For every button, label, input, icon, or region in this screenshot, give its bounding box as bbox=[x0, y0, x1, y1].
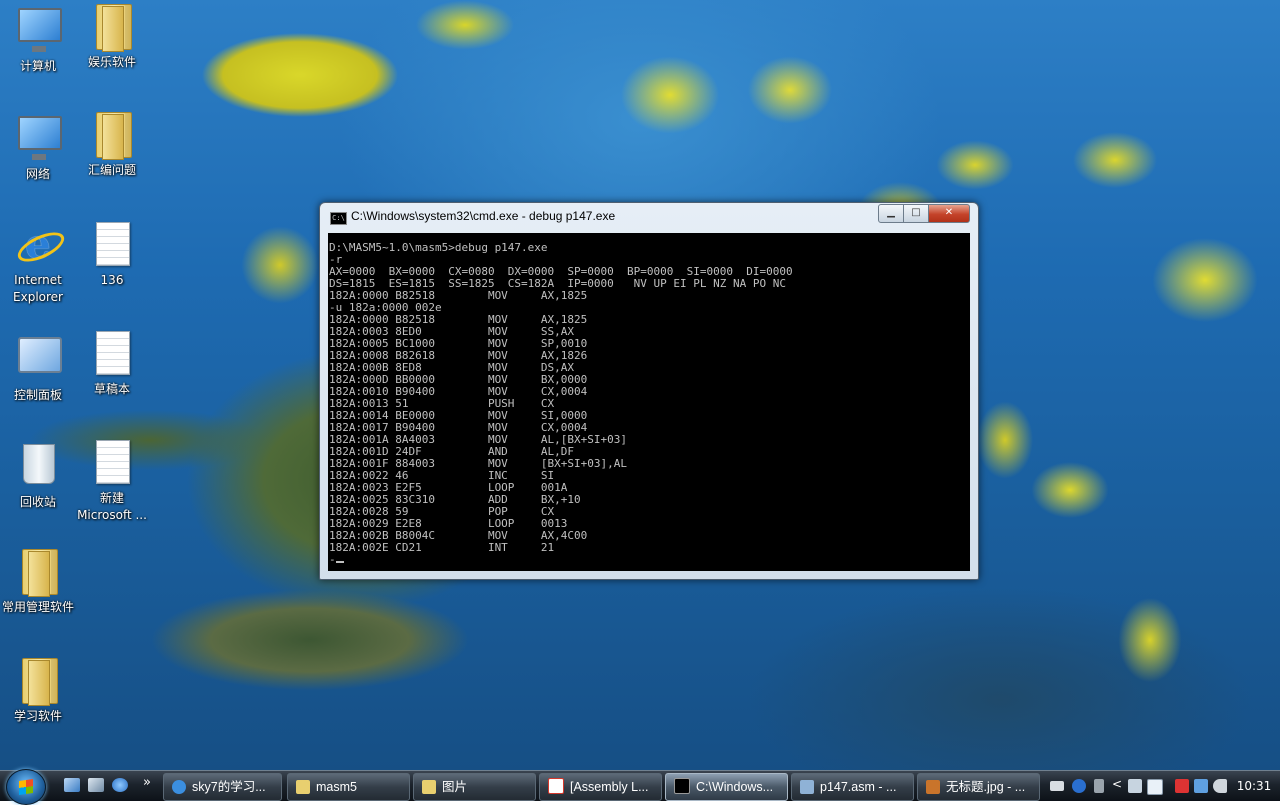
volume-icon[interactable] bbox=[1213, 779, 1227, 793]
taskbar-item-pdf[interactable]: [Assembly L... bbox=[539, 773, 662, 801]
folder-icon bbox=[14, 549, 62, 597]
folder-icon bbox=[88, 112, 136, 160]
windows-logo-icon bbox=[19, 779, 33, 795]
folder-icon bbox=[422, 780, 436, 794]
desktop-background: 计算机 娱乐软件 网络 汇编问题 e Internet Explorer 136… bbox=[0, 0, 1280, 770]
desktop-icon-136[interactable]: 136 bbox=[74, 222, 150, 289]
desktop-icon-network[interactable]: 网络 bbox=[0, 112, 76, 183]
console-line: 182A:002E CD21 INT 21 bbox=[329, 541, 555, 554]
folder-icon bbox=[88, 4, 136, 52]
folder-icon bbox=[14, 658, 62, 706]
computer-icon bbox=[14, 8, 62, 56]
keyboard-icon[interactable] bbox=[1050, 781, 1064, 791]
document-icon bbox=[88, 331, 136, 379]
desktop-icon-new-word-doc[interactable]: 新建 Microsoft ... bbox=[74, 440, 150, 524]
switch-windows-icon[interactable] bbox=[88, 778, 104, 792]
desktop-icon-label: 控制面板 bbox=[13, 388, 62, 402]
desktop-icon-label: 汇编问题 bbox=[87, 163, 136, 177]
internet-explorer-icon: e bbox=[13, 222, 69, 270]
security-icon[interactable] bbox=[1175, 779, 1189, 793]
desktop-icon-caogaoben[interactable]: 草稿本 bbox=[74, 331, 150, 398]
pdf-icon bbox=[548, 778, 564, 794]
taskbar-item-pictures[interactable]: 图片 bbox=[413, 773, 536, 801]
show-desktop-icon[interactable] bbox=[64, 778, 80, 792]
taskbar-item-label: p147.asm - ... bbox=[820, 780, 897, 794]
cmd-icon bbox=[674, 778, 690, 794]
taskbar-item-label: C:\Windows... bbox=[696, 780, 774, 794]
chevron-left-icon[interactable]: < bbox=[1112, 777, 1122, 791]
window-titlebar[interactable]: C:\ C:\Windows\system32\cmd.exe - debug … bbox=[320, 203, 976, 231]
minimize-button[interactable]: ▁ bbox=[878, 204, 904, 223]
taskbar-item-cmd[interactable]: C:\Windows... bbox=[665, 773, 788, 801]
network-icon bbox=[14, 116, 62, 164]
taskbar-item-label: [Assembly L... bbox=[570, 780, 649, 794]
taskbar-item-label: sky7的学习... bbox=[192, 780, 266, 794]
cmd-icon: C:\ bbox=[330, 212, 347, 225]
taskbar-item-paint[interactable]: 无标题.jpg - ... bbox=[917, 773, 1040, 801]
console-text: D:\MASM5~1.0\masm5>debug p147.exe -r AX=… bbox=[328, 233, 970, 566]
internet-explorer-icon bbox=[172, 780, 186, 794]
taskbar: » sky7的学习... masm5 图片 [Assembly L... C:\… bbox=[0, 769, 1280, 805]
taskbar-item-label: masm5 bbox=[316, 780, 357, 794]
help-icon[interactable] bbox=[1072, 779, 1086, 793]
desktop-icon-label: 回收站 bbox=[19, 495, 56, 509]
taskbar-item-label: 图片 bbox=[442, 780, 468, 794]
taskbar-item-notepad[interactable]: p147.asm - ... bbox=[791, 773, 914, 801]
desktop-icon-huibian[interactable]: 汇编问题 bbox=[74, 112, 150, 179]
network-status-icon[interactable] bbox=[1194, 779, 1208, 793]
cmd-window[interactable]: C:\ C:\Windows\system32\cmd.exe - debug … bbox=[319, 202, 979, 580]
desktop-icon-label: 新建 Microsoft ... bbox=[77, 491, 147, 522]
close-button[interactable]: ✕ bbox=[928, 204, 970, 223]
desktop-icon-xuexi[interactable]: 学习软件 bbox=[0, 658, 76, 725]
desktop-icon-label: 计算机 bbox=[19, 59, 56, 73]
control-panel-icon bbox=[14, 337, 62, 385]
desktop-icon-control-panel[interactable]: 控制面板 bbox=[0, 331, 76, 404]
internet-explorer-icon[interactable] bbox=[112, 778, 128, 792]
desktop-icon-label: 草稿本 bbox=[93, 382, 130, 396]
taskbar-item-label: 无标题.jpg - ... bbox=[946, 780, 1026, 794]
desktop-icon-label: 常用管理软件 bbox=[1, 600, 74, 614]
folder-icon bbox=[296, 780, 310, 794]
network-tray-icon[interactable] bbox=[1128, 779, 1142, 793]
quicklaunch-more-button[interactable]: » bbox=[143, 775, 151, 790]
console-line: D:\MASM5~1.0\masm5>debug p147.exe bbox=[329, 241, 548, 254]
desktop-icon-yule[interactable]: 娱乐软件 bbox=[74, 4, 150, 71]
document-icon bbox=[88, 222, 136, 270]
notepad-icon bbox=[800, 780, 814, 794]
language-icon[interactable] bbox=[1147, 779, 1163, 795]
desktop-icon-label: 娱乐软件 bbox=[87, 55, 136, 69]
maximize-button[interactable]: □ bbox=[903, 204, 929, 223]
options-icon[interactable] bbox=[1094, 779, 1104, 793]
desktop-icon-label: 136 bbox=[100, 273, 124, 287]
desktop-icon-label: 网络 bbox=[25, 167, 50, 181]
text-cursor bbox=[335, 561, 344, 563]
desktop-icon-recycle-bin[interactable]: 回收站 bbox=[0, 440, 76, 511]
clock[interactable]: 10:31 bbox=[1232, 771, 1276, 801]
taskbar-item-browser[interactable]: sky7的学习... bbox=[163, 773, 282, 801]
desktop-icon-label: Internet Explorer bbox=[13, 273, 63, 304]
desktop-icon-changyong[interactable]: 常用管理软件 bbox=[0, 549, 76, 616]
console-output[interactable]: D:\MASM5~1.0\masm5>debug p147.exe -r AX=… bbox=[328, 233, 970, 571]
taskbar-item-masm5[interactable]: masm5 bbox=[287, 773, 410, 801]
paint-icon bbox=[926, 780, 940, 794]
desktop-icon-label: 学习软件 bbox=[13, 709, 62, 723]
window-title: C:\Windows\system32\cmd.exe - debug p147… bbox=[351, 209, 616, 223]
desktop-icon-computer[interactable]: 计算机 bbox=[0, 4, 76, 75]
word-document-icon bbox=[88, 440, 136, 488]
desktop-icon-internet-explorer[interactable]: e Internet Explorer bbox=[0, 222, 76, 306]
recycle-bin-icon bbox=[14, 444, 62, 492]
console-line: - bbox=[329, 553, 336, 566]
